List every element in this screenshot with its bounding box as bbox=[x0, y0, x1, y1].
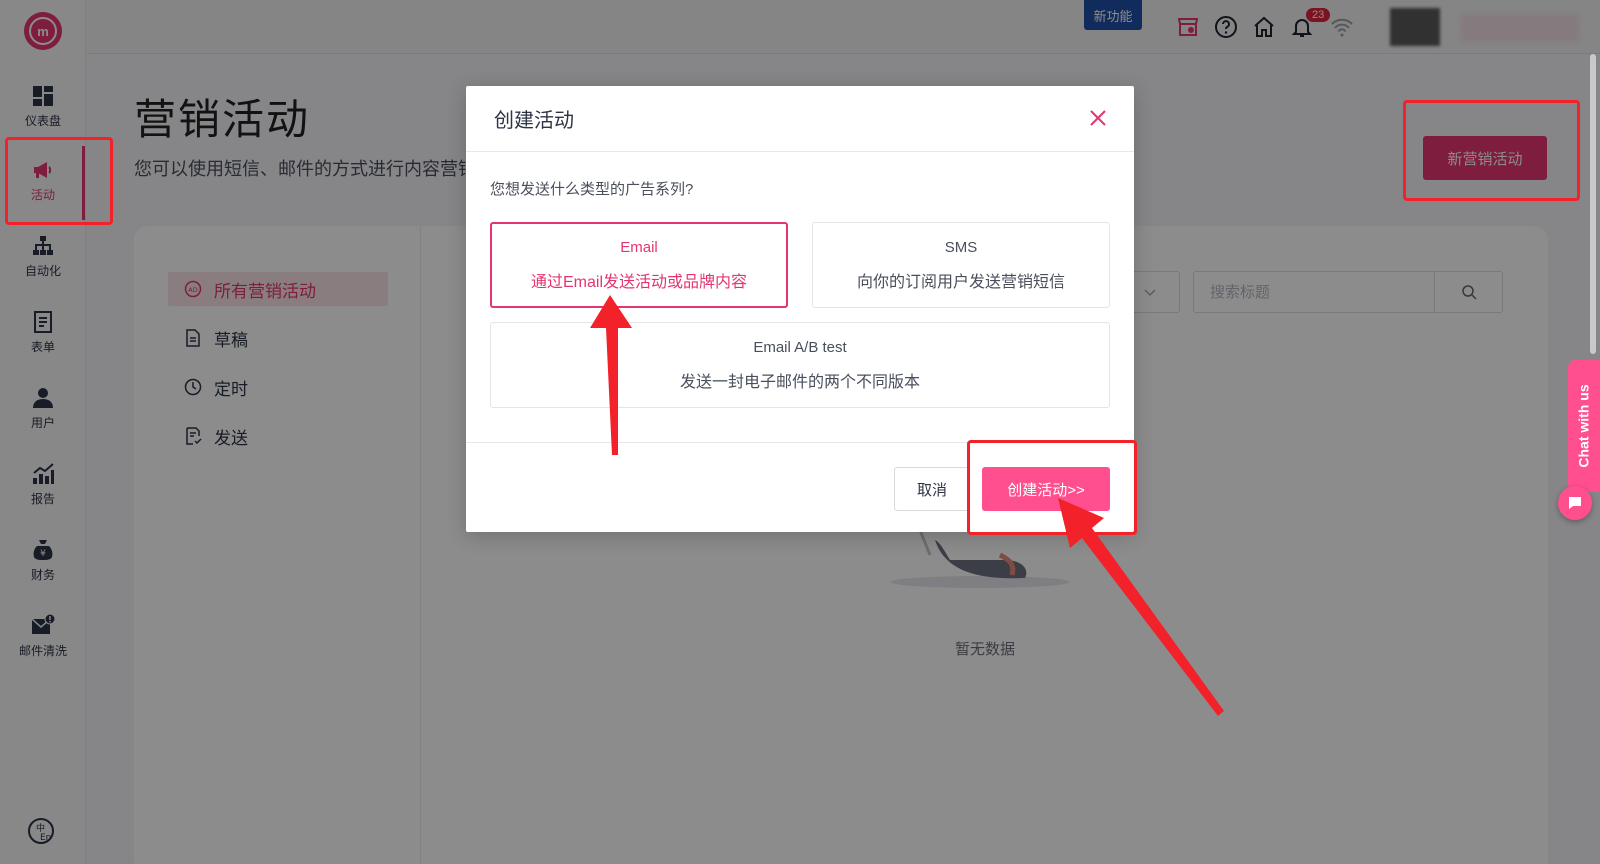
option-email[interactable]: Email 通过Email发送活动或品牌内容 bbox=[490, 222, 788, 308]
chat-bubble-button[interactable] bbox=[1558, 486, 1592, 520]
option-description: 向你的订阅用户发送营销短信 bbox=[856, 273, 1065, 291]
modal-question: 您想发送什么类型的广告系列? bbox=[490, 181, 694, 198]
option-title: SMS bbox=[944, 238, 978, 256]
option-sms[interactable]: SMS 向你的订阅用户发送营销短信 bbox=[812, 222, 1110, 308]
chat-with-us-tab[interactable]: Chat with us bbox=[1568, 360, 1600, 492]
option-description: 通过Email发送活动或品牌内容 bbox=[530, 273, 747, 291]
chat-label: Chat with us bbox=[1576, 384, 1593, 468]
modal-footer-divider bbox=[466, 442, 1134, 443]
option-description: 发送一封电子邮件的两个不同版本 bbox=[679, 373, 920, 391]
create-campaign-button[interactable]: 创建活动>> bbox=[982, 467, 1110, 511]
option-email-ab-test[interactable]: Email A/B test 发送一封电子邮件的两个不同版本 bbox=[490, 322, 1110, 408]
close-icon[interactable] bbox=[1088, 108, 1108, 128]
chat-icon bbox=[1569, 497, 1581, 509]
option-title: Email bbox=[620, 238, 658, 256]
create-campaign-modal: 创建活动 您想发送什么类型的广告系列? Email 通过Email发送活动或品牌… bbox=[466, 86, 1134, 532]
scrollbar[interactable] bbox=[1590, 54, 1596, 354]
option-title: Email A/B test bbox=[753, 338, 847, 356]
modal-title: 创建活动 bbox=[494, 110, 574, 132]
cancel-button[interactable]: 取消 bbox=[894, 467, 970, 511]
modal-header: 创建活动 bbox=[466, 86, 1134, 152]
